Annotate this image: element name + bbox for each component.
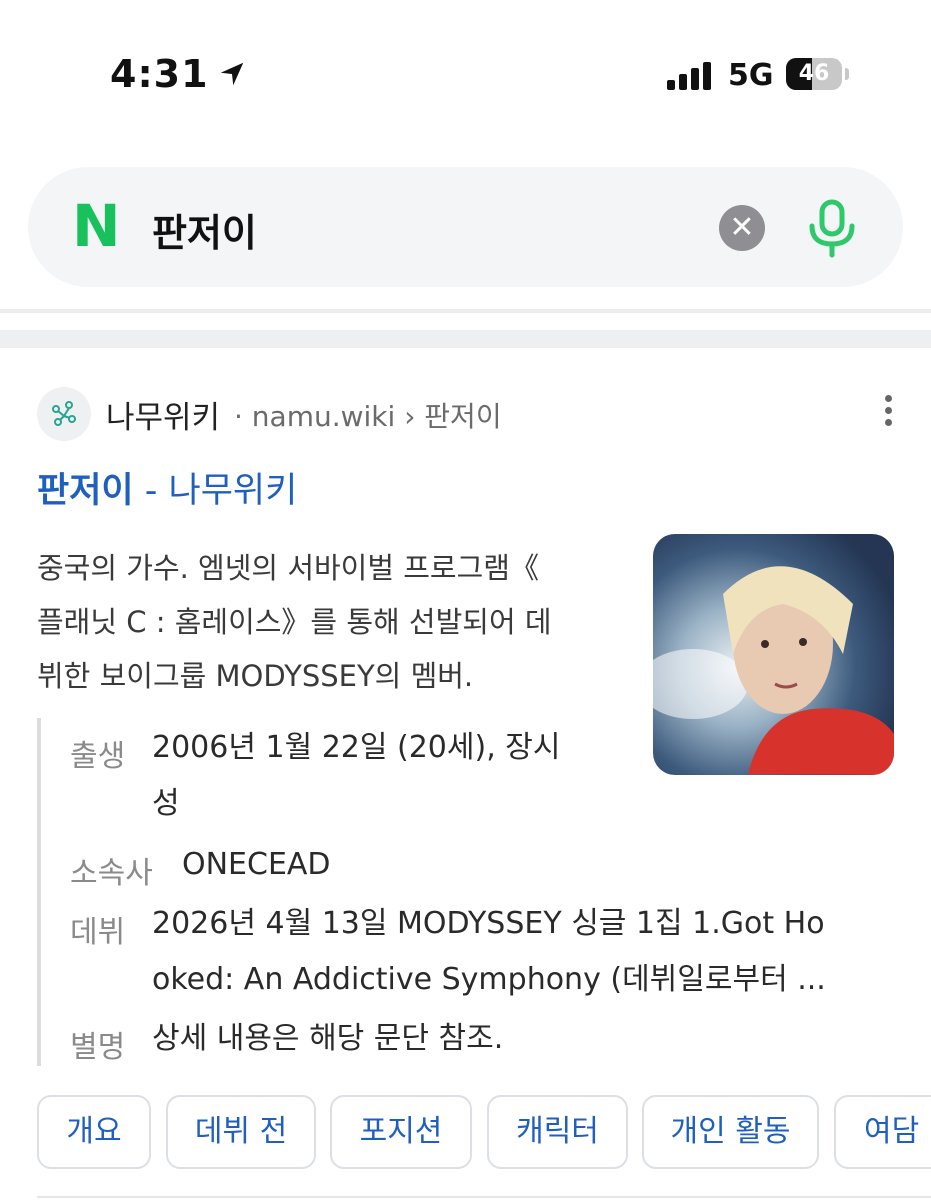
info-key-birth: 출생 [70, 739, 126, 774]
chip-solo-activities[interactable]: 개인 활동 [642, 1095, 819, 1169]
battery-cap [845, 68, 849, 80]
info-value-debut: 2026년 4월 13일 MODYSSEY 싱글 1집 1.Got Ho oke… [152, 896, 826, 1008]
section-separator [0, 330, 931, 348]
description-line: 뷔한 보이그룹 MODYSSEY의 멤버. [37, 659, 474, 693]
close-icon: ✕ [729, 210, 755, 245]
search-input[interactable]: 판저이 [152, 202, 257, 257]
description-line: 중국의 가수. 엠넷의 서바이벌 프로그램《 [37, 551, 539, 585]
status-bar: 4:31 5G 46 [0, 0, 931, 140]
battery-percent: 46 [798, 61, 830, 86]
info-value-line: ONECEAD [182, 847, 331, 882]
clear-search-button[interactable]: ✕ [719, 205, 765, 251]
info-key-nickname: 별명 [70, 1030, 126, 1065]
info-key-debut: 데뷔 [70, 915, 126, 950]
chip-overview[interactable]: 개요 [37, 1095, 151, 1169]
search-divider [0, 309, 931, 313]
chip-character[interactable]: 캐릭터 [487, 1095, 628, 1169]
naver-logo-icon[interactable]: N [72, 197, 121, 255]
microphone-icon[interactable] [806, 198, 858, 258]
info-value-line: 성 [152, 786, 180, 821]
result-title-link[interactable]: 판저이 - 나무위키 [37, 462, 297, 513]
info-value-agency: ONECEAD [182, 837, 331, 893]
cellular-signal-icon [667, 60, 711, 90]
network-type: 5G [728, 58, 774, 93]
chip-position[interactable]: 포지션 [330, 1095, 472, 1169]
site-name[interactable]: 나무위키 [106, 392, 220, 437]
info-value-line: 2006년 1월 22일 (20세), 장시 [152, 730, 561, 765]
info-value-nickname: 상세 내용은 해당 문단 참조. [152, 1011, 503, 1067]
time-text: 4:31 [110, 52, 209, 96]
location-arrow-icon [220, 62, 243, 86]
card-bottom-divider [37, 1196, 931, 1198]
result-thumbnail-image[interactable] [653, 534, 894, 775]
info-value-line: 상세 내용은 해당 문단 참조. [152, 1021, 504, 1056]
info-key-agency: 소속사 [70, 856, 153, 891]
title-suffix: - 나무위키 [133, 471, 298, 511]
description-line: 플래닛 C : 홈레이스》를 통해 선발되어 데 [37, 605, 552, 639]
info-box-border [37, 718, 41, 1066]
title-keyword: 판저이 [37, 471, 134, 511]
chip-pre-debut[interactable]: 데뷔 전 [166, 1095, 316, 1169]
info-value-line: 2026년 4월 13일 MODYSSEY 싱글 1집 1.Got Ho [152, 906, 825, 941]
info-value-birth: 2006년 1월 22일 (20세), 장시 성 [152, 720, 560, 832]
namuwiki-favicon-icon[interactable] [37, 387, 91, 441]
result-description: 중국의 가수. 엠넷의 서바이벌 프로그램《 플래닛 C : 홈레이스》를 통해… [37, 541, 627, 703]
status-time: 4:31 [110, 52, 247, 96]
more-options-icon[interactable] [880, 395, 896, 435]
chip-trivia[interactable]: 여담 [834, 1095, 931, 1169]
battery-icon: 46 [786, 58, 842, 90]
info-value-line: oked: An Addictive Symphony (데뷔일로부터 ... [152, 962, 826, 997]
site-breadcrumb[interactable]: · namu.wiki › 판저이 [234, 395, 502, 435]
